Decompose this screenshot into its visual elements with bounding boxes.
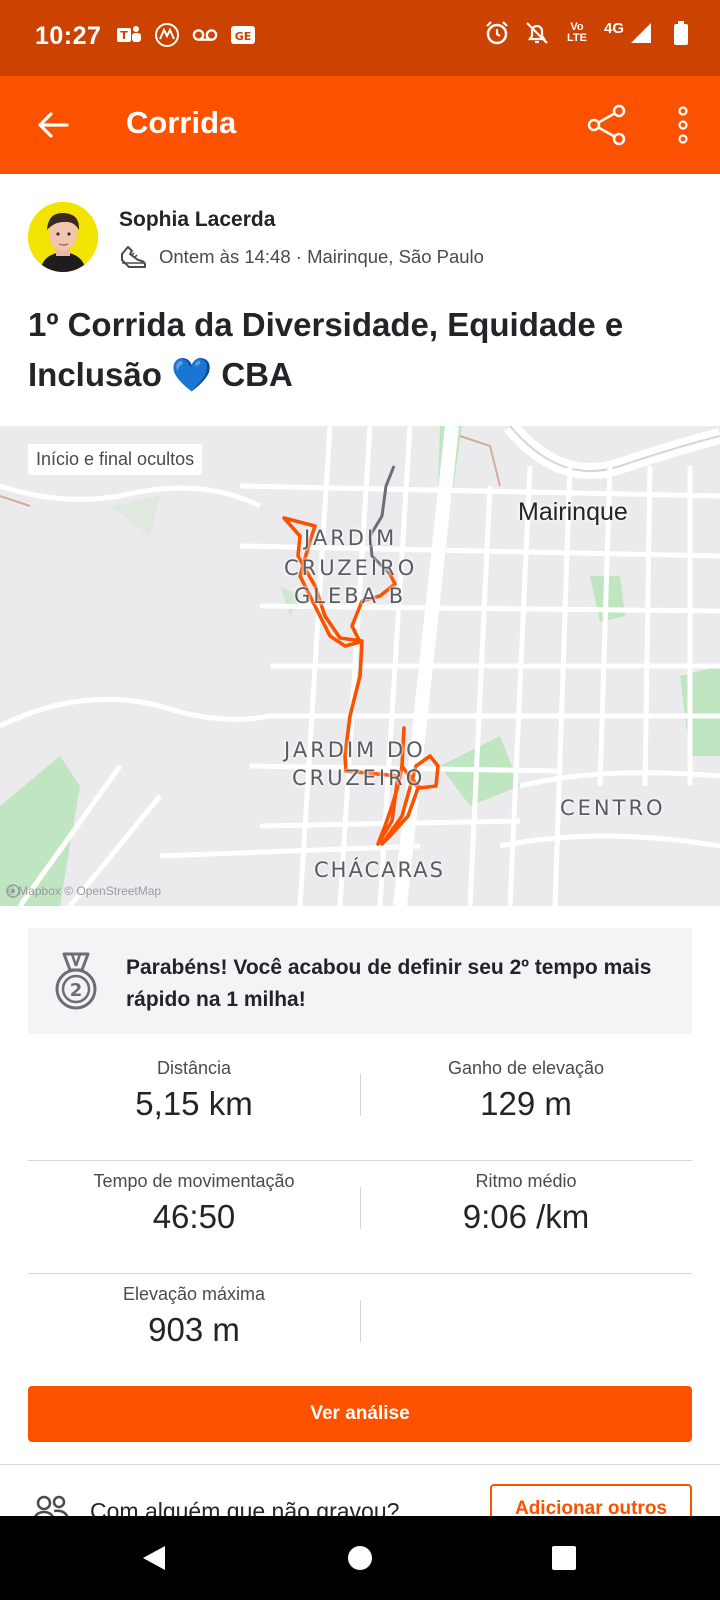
circle-home-icon	[348, 1546, 372, 1570]
arrow-left-icon	[38, 112, 69, 138]
status-time: 10:27	[35, 22, 102, 50]
achievement-text: Parabéns! Você acabou de definir seu 2º …	[126, 956, 652, 1011]
svg-text:2: 2	[70, 980, 83, 1001]
more-options-button[interactable]	[658, 100, 708, 150]
stat-average-pace: Ritmo médio 9:06 /km	[360, 1171, 692, 1236]
map-label-centro: CENTRO	[560, 796, 666, 820]
map-label-gleba-b: GLEBA B	[294, 584, 407, 608]
stat-moving-time: Tempo de movimentação 46:50	[28, 1171, 360, 1236]
square-recents-icon	[552, 1546, 576, 1570]
info-icon	[6, 884, 20, 898]
network-type: 4G	[603, 19, 624, 37]
map-label-jardim-2: JARDIM DO	[284, 738, 426, 762]
shoe-icon	[119, 244, 147, 270]
stat-distance: Distância 5,15 km	[28, 1058, 360, 1123]
hidden-start-end-badge: Início e final ocultos	[28, 444, 203, 475]
stat-value: 5,15 km	[135, 1085, 253, 1122]
voicemail-icon	[192, 22, 218, 48]
route-map[interactable]: Início e final ocultos Mairinque JARDIM …	[0, 426, 720, 906]
status-icons-right: Vo LTE 4G	[484, 20, 694, 46]
stats-row: Elevação máxima 903 m	[28, 1274, 692, 1387]
volte-icon: Vo LTE	[567, 21, 587, 44]
back-button[interactable]	[28, 100, 78, 150]
stat-label: Tempo de movimentação	[93, 1171, 295, 1191]
more-vertical-icon	[678, 106, 688, 144]
view-analysis-button[interactable]: Ver análise	[28, 1386, 692, 1442]
svg-text:GE: GE	[235, 30, 252, 43]
battery-icon	[668, 20, 694, 46]
blue-heart-emoji: 💙	[171, 356, 213, 393]
people-icon	[34, 1495, 69, 1516]
bell-off-icon	[524, 20, 550, 46]
nav-home-button[interactable]	[340, 1538, 380, 1578]
activity-title: 1º Corrida da Diversidade, Equidade e In…	[28, 306, 624, 393]
triangle-back-icon	[143, 1546, 165, 1570]
app-title: Corrida	[126, 105, 237, 140]
stat-max-elevation: Elevação máxima 903 m	[28, 1284, 360, 1349]
map-label-chacaras: CHÁCARAS	[314, 858, 445, 882]
stat-elevation-gain: Ganho de elevação 129 m	[360, 1058, 692, 1123]
map-label-cruzeiro-1: CRUZEIRO	[284, 556, 418, 580]
achievement-banner[interactable]: 2 Parabéns! Você acabou de definir seu 2…	[28, 928, 692, 1034]
share-icon	[587, 104, 626, 146]
activity-date-location: Ontem às 14:48 · Mairinque, São Paulo	[159, 246, 484, 267]
athlete-name[interactable]: Sophia Lacerda	[119, 208, 275, 232]
add-others-button[interactable]: Adicionar outros	[490, 1484, 692, 1516]
nav-back-button[interactable]	[134, 1538, 174, 1578]
stats-row: Distância 5,15 km Ganho de elevação 129 …	[28, 1048, 692, 1161]
share-button[interactable]	[582, 100, 632, 150]
medal-icon: 2	[55, 952, 97, 1010]
map-label-jardim-1: JARDIM	[304, 526, 398, 550]
stat-value: 9:06 /km	[462, 1198, 590, 1235]
activity-meta: Ontem às 14:48 · Mairinque, São Paulo	[119, 244, 484, 270]
stat-value: 903 m	[148, 1311, 240, 1348]
avatar[interactable]	[28, 202, 98, 272]
map-attribution[interactable]: © Mapbox © OpenStreetMap	[6, 884, 161, 898]
stat-value: 46:50	[152, 1198, 236, 1235]
nav-recents-button[interactable]	[544, 1538, 584, 1578]
stat-label: Ganho de elevação	[447, 1058, 605, 1078]
stat-label: Elevação máxima	[122, 1284, 266, 1304]
status-bar: 10:27 T GE Vo LTE 4G	[0, 0, 720, 76]
stats-row: Tempo de movimentação 46:50 Ritmo médio …	[28, 1161, 692, 1274]
companion-row: Com alguém que não gravou? Adicionar out…	[0, 1464, 720, 1516]
stat-divider	[360, 1300, 361, 1342]
stats-grid: Distância 5,15 km Ganho de elevação 129 …	[28, 1048, 692, 1387]
stat-value: 129 m	[480, 1085, 572, 1122]
stat-label: Ritmo médio	[475, 1171, 577, 1191]
status-icons-left: T GE	[116, 22, 256, 48]
alarm-icon	[484, 20, 510, 46]
system-nav-bar	[0, 1516, 720, 1600]
map-city-label: Mairinque	[518, 498, 628, 526]
map-label-cruzeiro-2: CRUZEIRO	[292, 766, 426, 790]
teams-icon: T	[116, 22, 142, 48]
ge-icon: GE	[230, 22, 256, 48]
motorola-icon	[154, 22, 180, 48]
app-bar: Corrida	[0, 76, 720, 174]
signal-icon	[628, 20, 654, 46]
companion-prompt: Com alguém que não gravou?	[90, 1498, 400, 1516]
svg-text:T: T	[120, 29, 128, 42]
stat-label: Distância	[156, 1058, 232, 1078]
